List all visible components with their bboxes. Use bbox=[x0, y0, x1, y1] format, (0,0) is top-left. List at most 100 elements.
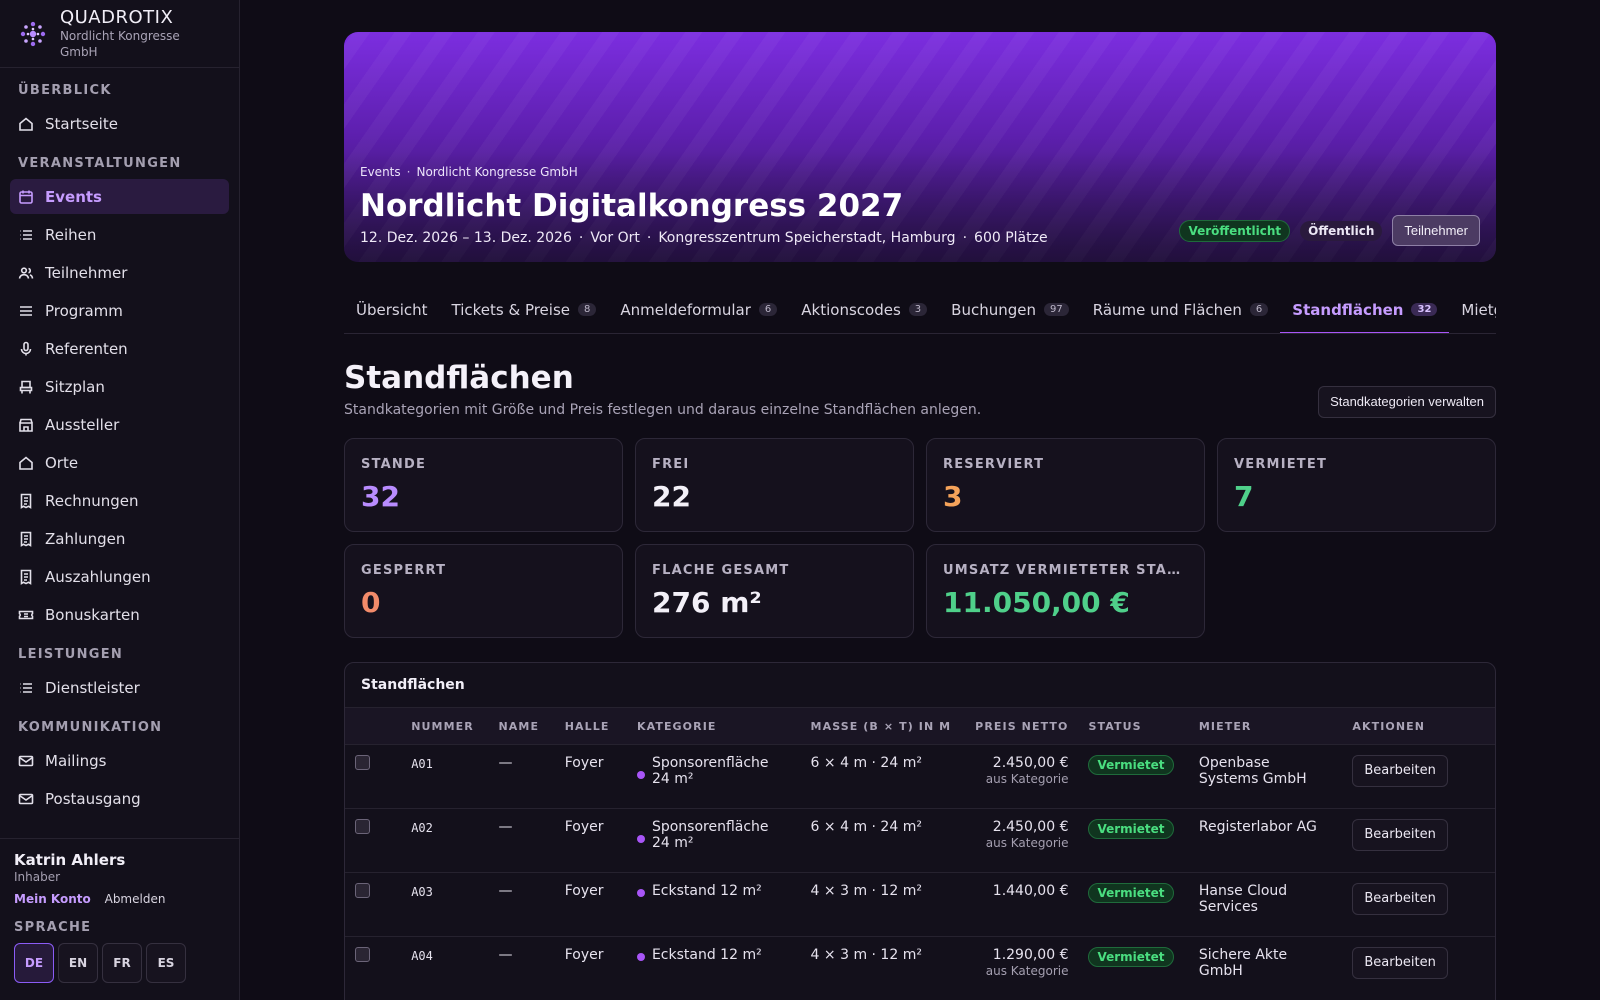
booth-actions-cell: Bearbeiten bbox=[1342, 744, 1495, 809]
table-body: A01— Foyer Sponsorenfläche 24 m² 6 × 4 m · … bbox=[345, 744, 1495, 1000]
language-button-en[interactable]: EN bbox=[58, 943, 98, 983]
sidebar-item-mailings[interactable]: Mailings bbox=[10, 743, 229, 778]
edit-booth-button[interactable]: Bearbeiten bbox=[1352, 819, 1448, 851]
tab-label: Anmeldeformular bbox=[620, 300, 751, 319]
nav-section-uberblick: ÜBERBLICK bbox=[18, 83, 112, 98]
tab-tickets-preise[interactable]: Tickets & Preise 8 bbox=[440, 286, 609, 333]
user-block: Katrin Ahlers Inhaber Mein Konto Abmelde… bbox=[0, 838, 240, 1000]
booth-hall: Foyer bbox=[554, 744, 627, 809]
breadcrumb-events[interactable]: Events bbox=[360, 165, 401, 179]
sidebar-item-events[interactable]: Events bbox=[10, 179, 229, 214]
edit-booth-button[interactable]: Bearbeiten bbox=[1352, 755, 1448, 787]
booth-category-cell: Eckstand 12 m² bbox=[626, 872, 801, 937]
receipt-icon bbox=[18, 493, 34, 509]
stat-label: GESPERRT bbox=[361, 563, 447, 578]
tab-mietgegenstande[interactable]: Mietgegenstände bbox=[1449, 286, 1496, 333]
tab-raume-und-flachen[interactable]: Räume und Flächen 6 bbox=[1081, 286, 1281, 333]
receipt-icon bbox=[18, 531, 34, 547]
price-source-note: aus Kategorie bbox=[985, 772, 1069, 786]
nav-section-veranstaltungen: VERANSTALTUNGEN bbox=[18, 156, 182, 171]
sidebar-item-startseite[interactable]: Startseite bbox=[10, 106, 229, 141]
tab-count-badge: 97 bbox=[1044, 303, 1069, 316]
row-checkbox[interactable] bbox=[355, 883, 370, 898]
tab-buchungen[interactable]: Buchungen 97 bbox=[939, 286, 1081, 333]
tab-anmeldeformular[interactable]: Anmeldeformular 6 bbox=[608, 286, 789, 333]
sidebar-item-referenten[interactable]: Referenten bbox=[10, 331, 229, 366]
booth-category-cell: Sponsorenfläche 24 m² bbox=[626, 808, 801, 873]
sidebar-item-postausgang[interactable]: Postausgang bbox=[10, 781, 229, 816]
row-checkbox[interactable] bbox=[355, 755, 370, 770]
logout-link[interactable]: Abmelden bbox=[105, 892, 166, 906]
booth-tenant: Sichere Akte GmbH bbox=[1188, 936, 1343, 1000]
mail-icon bbox=[18, 791, 34, 807]
list-icon bbox=[18, 680, 34, 696]
sidebar-item-auszahlungen[interactable]: Auszahlungen bbox=[10, 559, 229, 594]
column-header-nummer: NUMMER bbox=[401, 707, 489, 745]
booth-hall: Foyer bbox=[554, 936, 627, 1000]
manage-categories-button[interactable]: Standkategorien verwalten bbox=[1318, 386, 1496, 418]
breadcrumb: Events · Nordlicht Kongresse GmbH bbox=[360, 165, 578, 179]
sidebar-item-sitzplan[interactable]: Sitzplan bbox=[10, 369, 229, 404]
booth-dimensions: 4 × 3 m · 12 m² bbox=[800, 936, 963, 1000]
booth-actions-cell: Bearbeiten bbox=[1342, 936, 1495, 1000]
booth-name: — bbox=[488, 872, 555, 937]
stat-label: FLÄCHE GESAMT bbox=[652, 563, 790, 578]
price-source-note: aus Kategorie bbox=[985, 964, 1069, 978]
language-button-es[interactable]: ES bbox=[146, 943, 186, 983]
category-color-dot bbox=[636, 771, 645, 779]
row-checkbox[interactable] bbox=[355, 819, 370, 834]
status-badge: Vermietet bbox=[1088, 883, 1174, 903]
booth-price: 1.290,00 € bbox=[992, 947, 1069, 963]
booth-status-cell: Vermietet bbox=[1078, 808, 1189, 873]
stat-card-stande: STÄNDE 32 bbox=[344, 438, 623, 532]
stat-value: 3 bbox=[943, 480, 963, 513]
table-row: A02— Foyer Sponsorenfläche 24 m² 6 × 4 m · … bbox=[345, 808, 1495, 873]
tab-aktionscodes[interactable]: Aktionscodes 3 bbox=[789, 286, 939, 333]
language-button-de[interactable]: DE bbox=[14, 943, 54, 983]
sidebar-item-orte[interactable]: Orte bbox=[10, 445, 229, 480]
user-name: Katrin Ahlers bbox=[14, 851, 126, 869]
status-badge: Vermietet bbox=[1088, 819, 1174, 839]
breadcrumb-organization[interactable]: Nordlicht Kongresse GmbH bbox=[416, 165, 577, 179]
my-account-link[interactable]: Mein Konto bbox=[14, 892, 91, 906]
stat-card-flache-gesamt: FLÄCHE GESAMT 276 m² bbox=[635, 544, 914, 638]
tab-label: Übersicht bbox=[356, 300, 428, 319]
brand[interactable]: QUADROTIX Nordlicht Kongresse GmbH bbox=[0, 0, 239, 68]
language-button-fr[interactable]: FR bbox=[102, 943, 142, 983]
column-header-aktionen: AKTIONEN bbox=[1342, 707, 1495, 745]
sidebar-item-rechnungen[interactable]: Rechnungen bbox=[10, 483, 229, 518]
sidebar-item-zahlungen[interactable]: Zahlungen bbox=[10, 521, 229, 556]
column-header-name: NAME bbox=[488, 707, 555, 745]
tab-count-badge: 3 bbox=[908, 303, 928, 316]
booth-price: 2.450,00 € bbox=[992, 755, 1069, 771]
brand-name: QUADROTIX bbox=[59, 6, 174, 28]
stats-grid: STÄNDE 32 FREI 22 RESERVIERT 3 VERMIETET 7 GESPE… bbox=[344, 438, 1496, 638]
participants-button[interactable]: Teilnehmer bbox=[1392, 215, 1480, 246]
booth-price: 2.450,00 € bbox=[992, 819, 1069, 835]
booth-category: Eckstand 12 m² bbox=[651, 883, 762, 899]
tab-standflachen[interactable]: Standflächen 32 bbox=[1280, 286, 1450, 333]
stat-label: VERMIETET bbox=[1234, 457, 1328, 472]
edit-booth-button[interactable]: Bearbeiten bbox=[1352, 947, 1448, 979]
sidebar-item-aussteller[interactable]: Aussteller bbox=[10, 407, 229, 442]
sidebar-item-bonuskarten[interactable]: Bonuskarten bbox=[10, 597, 229, 632]
sidebar-nav: ÜBERBLICK Startseite VERANSTALTUNGEN Events… bbox=[0, 68, 239, 816]
sidebar-item-label: Reihen bbox=[45, 225, 97, 244]
sidebar-item-label: Auszahlungen bbox=[45, 567, 151, 586]
sidebar-item-label: Teilnehmer bbox=[45, 263, 128, 282]
tab-count-badge: 6 bbox=[1249, 303, 1269, 316]
sidebar-item-label: Events bbox=[45, 187, 102, 206]
stat-card-vermietet: VERMIETET 7 bbox=[1217, 438, 1496, 532]
tab-count-badge: 8 bbox=[578, 303, 597, 316]
sidebar-item-teilnehmer[interactable]: Teilnehmer bbox=[10, 255, 229, 290]
row-checkbox[interactable] bbox=[355, 947, 370, 962]
edit-booth-button[interactable]: Bearbeiten bbox=[1352, 883, 1448, 915]
sidebar-item-dienstleister[interactable]: Dienstleister bbox=[10, 670, 229, 705]
sidebar-item-programm[interactable]: Programm bbox=[10, 293, 229, 328]
booth-actions-cell: Bearbeiten bbox=[1342, 872, 1495, 937]
column-header-preis-netto: PREIS NETTO bbox=[962, 707, 1079, 745]
sidebar-item-label: Startseite bbox=[45, 114, 118, 133]
sidebar-item-reihen[interactable]: Reihen bbox=[10, 217, 229, 252]
tab-ubersicht[interactable]: Übersicht bbox=[344, 286, 440, 333]
column-header-masse-b-t-in-m: MASSE (B × T) IN M bbox=[800, 707, 963, 745]
